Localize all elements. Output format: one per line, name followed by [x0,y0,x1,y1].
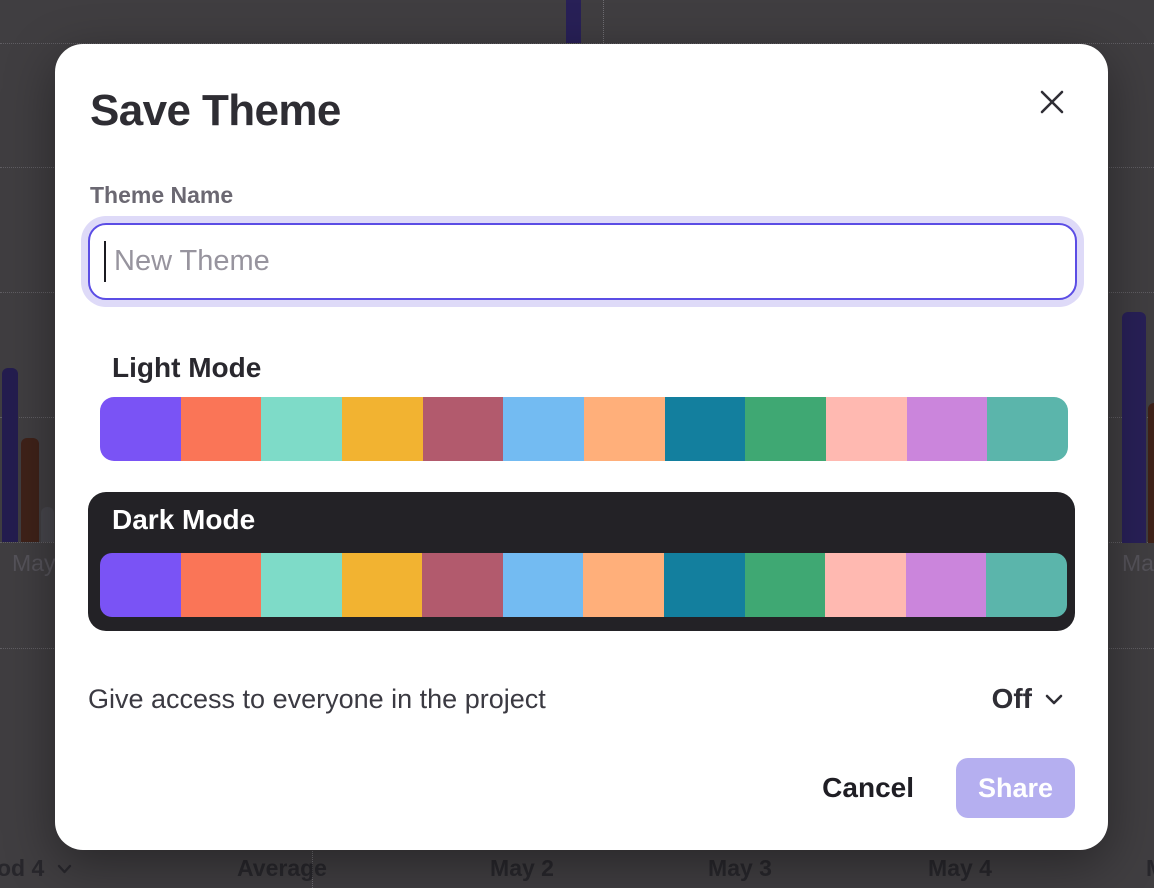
cancel-button[interactable]: Cancel [822,772,914,804]
color-swatch [181,553,262,617]
background-bar [41,507,54,542]
access-row: Give access to everyone in the project O… [88,677,1063,721]
color-swatch [745,553,826,617]
color-swatch [261,553,342,617]
color-swatch [503,397,584,461]
light-mode-label: Light Mode [112,352,261,384]
share-button[interactable]: Share [956,758,1075,818]
color-swatch [584,397,665,461]
color-swatch [907,397,988,461]
axis-label-right: Ma [1122,550,1154,577]
color-swatch [181,397,262,461]
text-cursor [104,241,106,282]
background-bar [21,438,39,542]
background-bar [1148,403,1154,543]
dark-mode-card: Dark Mode [88,492,1075,631]
background-bar [1122,312,1146,543]
dark-palette-row [100,553,1067,617]
color-swatch [664,553,745,617]
color-swatch [745,397,826,461]
color-swatch [826,397,907,461]
chevron-down-icon [57,864,72,874]
color-swatch [423,397,504,461]
axis-label-average: Average [237,855,327,882]
axis-label-may2: May 2 [490,855,554,882]
axis-label-clipped: M [1146,855,1154,882]
color-swatch [906,553,987,617]
color-swatch [825,553,906,617]
color-swatch [100,553,181,617]
background-bar [2,368,18,542]
hover-guideline [603,0,604,43]
axis-label-left: May [12,550,55,577]
access-dropdown[interactable]: Off [992,683,1063,715]
dialog-footer: Cancel Share [822,758,1075,818]
save-theme-dialog: Save Theme Theme Name Light Mode Dark Mo… [55,44,1108,850]
theme-name-label: Theme Name [90,182,233,209]
color-swatch [987,397,1068,461]
screen: May Ma od 4 Average May 2 May 3 May 4 M … [0,0,1154,888]
chevron-down-icon [1045,694,1063,705]
axis-label-may3: May 3 [708,855,772,882]
color-swatch [422,553,503,617]
axis-label-may4: May 4 [928,855,992,882]
access-dropdown-value: Off [992,683,1032,715]
color-swatch [503,553,584,617]
close-icon [1038,88,1066,116]
dialog-title: Save Theme [90,86,341,136]
color-swatch [100,397,181,461]
dark-mode-label: Dark Mode [112,504,255,536]
background-bar [566,0,581,43]
color-swatch [583,553,664,617]
color-swatch [342,553,423,617]
color-swatch [986,553,1067,617]
color-swatch [261,397,342,461]
color-swatch [665,397,746,461]
color-swatch [342,397,423,461]
access-label: Give access to everyone in the project [88,684,546,715]
close-button[interactable] [1036,86,1068,118]
theme-name-input[interactable] [88,223,1077,300]
period-dropdown-label: od 4 [0,855,44,882]
light-palette-row [100,397,1068,461]
